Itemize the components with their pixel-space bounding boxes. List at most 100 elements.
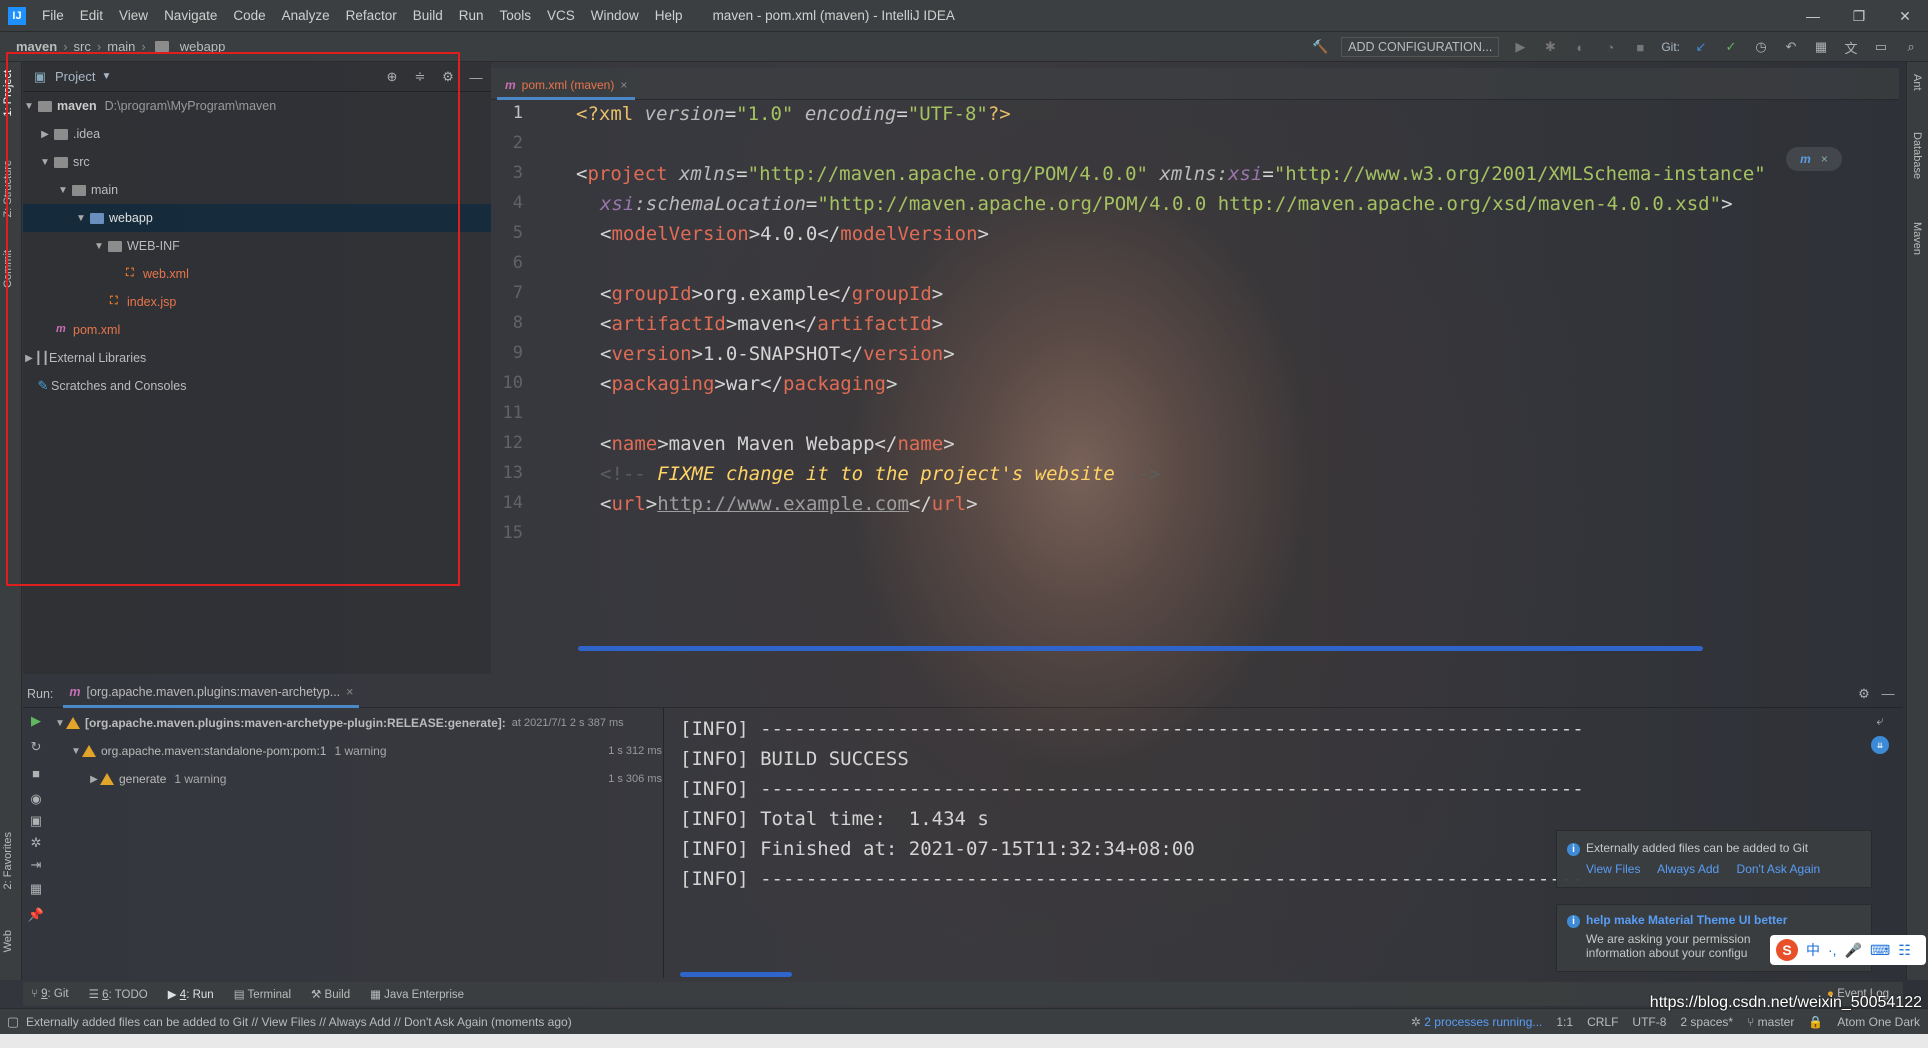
run-tree-row[interactable]: ▼ [org.apache.maven.plugins:maven-archet… xyxy=(54,710,624,736)
profile-icon[interactable]: ◔ xyxy=(1601,38,1619,56)
rerun-failed-icon[interactable]: ↻ xyxy=(27,738,45,756)
tree-item-maven[interactable]: ▼ maven D:\program\MyProgram\maven xyxy=(23,92,276,120)
debug-icon[interactable]: ✱ xyxy=(1541,38,1559,56)
locate-icon[interactable]: ⊕ xyxy=(383,68,401,86)
eye-icon[interactable]: ◉ xyxy=(27,790,45,808)
project-view-selector[interactable]: Project xyxy=(55,69,95,84)
tree-item-web-xml[interactable]: ⛶ web.xml xyxy=(123,260,189,288)
tree-item-web-inf[interactable]: ▼ WEB-INF xyxy=(93,232,180,260)
menu-window[interactable]: Window xyxy=(583,8,647,23)
stop-icon[interactable]: ■ xyxy=(1631,38,1649,56)
line-separator[interactable]: CRLF xyxy=(1587,1015,1618,1029)
tab-database[interactable]: Database xyxy=(1911,132,1923,179)
chevron-down-icon[interactable]: ▼ xyxy=(93,241,105,252)
tool-run[interactable]: ▶ 4: Run xyxy=(168,987,214,1001)
theme-name[interactable]: Atom One Dark xyxy=(1837,1015,1920,1029)
indent-setting[interactable]: 2 spaces* xyxy=(1680,1015,1733,1029)
grid-icon[interactable]: ☷ xyxy=(1898,942,1911,959)
history-icon[interactable]: ◷ xyxy=(1752,38,1770,56)
add-configuration-button[interactable]: ADD CONFIGURATION... xyxy=(1341,37,1500,57)
collapse-all-icon[interactable]: ≑ xyxy=(411,68,429,86)
close-icon[interactable]: × xyxy=(620,78,627,92)
soft-wrap-icon[interactable]: ⤶ xyxy=(1871,712,1889,730)
chevron-down-icon[interactable]: ▼ xyxy=(75,213,87,224)
menu-vcs[interactable]: VCS xyxy=(539,8,583,23)
run-icon[interactable]: ▶ xyxy=(1511,38,1529,56)
export-icon[interactable]: ⇥ xyxy=(27,856,45,874)
tab-commit[interactable]: Commit xyxy=(2,250,14,288)
close-icon[interactable]: × xyxy=(1821,152,1828,166)
menu-view[interactable]: View xyxy=(111,8,156,23)
tab-web[interactable]: Web xyxy=(2,930,14,952)
tab-ant[interactable]: Ant xyxy=(1911,74,1923,91)
microphone-icon[interactable]: 🎤 xyxy=(1845,942,1862,959)
close-icon[interactable]: ✕ xyxy=(1882,0,1928,32)
menu-run[interactable]: Run xyxy=(451,8,492,23)
breadcrumb-maven[interactable]: maven xyxy=(16,39,57,54)
gear-icon[interactable]: ⚙ xyxy=(1855,685,1873,703)
close-icon[interactable]: × xyxy=(346,685,353,699)
tab-maven[interactable]: Maven xyxy=(1911,222,1923,255)
editor-horizontal-scrollbar[interactable] xyxy=(578,646,1703,651)
pin-icon[interactable]: 📌 xyxy=(27,906,45,924)
chevron-right-icon[interactable]: ▶ xyxy=(88,774,100,785)
tree-item-scratches[interactable]: ✎ Scratches and Consoles xyxy=(35,372,187,400)
maven-reload-badge[interactable]: m × xyxy=(1786,147,1842,171)
menu-analyze[interactable]: Analyze xyxy=(274,8,338,23)
tool-terminal[interactable]: ▤ Terminal xyxy=(234,987,291,1001)
build-hammer-icon[interactable]: 🔨 xyxy=(1311,38,1329,56)
gear-icon[interactable]: ⚙ xyxy=(439,68,457,86)
chevron-down-icon[interactable]: ▼ xyxy=(23,101,35,112)
git-commit-icon[interactable]: ✓ xyxy=(1722,38,1740,56)
menu-code[interactable]: Code xyxy=(225,8,273,23)
menu-tools[interactable]: Tools xyxy=(492,8,540,23)
tree-item-external-libraries[interactable]: ▶ ┃┃ External Libraries xyxy=(23,344,146,372)
tree-item-main[interactable]: ▼ main xyxy=(57,176,118,204)
coverage-icon[interactable]: ◐ xyxy=(1571,38,1589,56)
tree-item-index-jsp[interactable]: ⛶ index.jsp xyxy=(107,288,176,316)
menu-build[interactable]: Build xyxy=(405,8,451,23)
menu-help[interactable]: Help xyxy=(647,8,691,23)
settings-icon[interactable]: ✲ xyxy=(27,834,45,852)
search-icon[interactable]: ⌕ xyxy=(1902,38,1920,56)
processes-running[interactable]: ✲ 2 processes running... xyxy=(1411,1015,1542,1029)
tree-item-pom-xml[interactable]: m pom.xml xyxy=(53,316,120,344)
tab-pom-xml[interactable]: m pom.xml (maven) × xyxy=(497,72,636,100)
always-add-link[interactable]: Always Add xyxy=(1657,862,1719,876)
tree-item-src[interactable]: ▼ src xyxy=(39,148,90,176)
scroll-to-end-icon[interactable]: ⇊ xyxy=(1871,736,1889,754)
lock-icon[interactable]: 🔒 xyxy=(1808,1015,1823,1029)
chevron-down-icon[interactable]: ▼ xyxy=(101,71,111,82)
tool-todo[interactable]: ☰ 6: TODO xyxy=(89,987,148,1001)
console-horizontal-scrollbar[interactable] xyxy=(680,972,792,977)
minimize-icon[interactable]: — xyxy=(1790,0,1836,32)
notification-title[interactable]: help make Material Theme UI better xyxy=(1586,913,1787,927)
ime-punctuation[interactable]: ·, xyxy=(1828,942,1837,958)
tab-structure[interactable]: Z: Structure xyxy=(2,160,14,217)
restore-icon[interactable]: ❐ xyxy=(1836,0,1882,32)
rollback-icon[interactable]: ↶ xyxy=(1782,38,1800,56)
git-update-icon[interactable]: ↙ xyxy=(1692,38,1710,56)
code-editor[interactable]: <?xml version="1.0" encoding="UTF-8"?> <… xyxy=(570,100,1900,655)
tab-favorites[interactable]: 2: Favorites xyxy=(2,832,14,889)
breadcrumb-main[interactable]: main xyxy=(107,39,135,54)
run-tab[interactable]: m [org.apache.maven.plugins:maven-archet… xyxy=(63,680,360,708)
chevron-right-icon[interactable]: ▶ xyxy=(39,129,51,140)
git-branch[interactable]: ⑂ master xyxy=(1747,1015,1794,1029)
file-encoding[interactable]: UTF-8 xyxy=(1632,1015,1666,1029)
status-message[interactable]: Externally added files can be added to G… xyxy=(26,1015,572,1029)
dont-ask-again-link[interactable]: Don't Ask Again xyxy=(1737,862,1821,876)
layout-icon[interactable]: ▦ xyxy=(27,880,45,898)
run-tree-row[interactable]: ▼ org.apache.maven:standalone-pom:pom:1 … xyxy=(70,738,662,764)
breadcrumb-webapp[interactable]: webapp xyxy=(180,39,226,54)
tree-item-webapp[interactable]: ▼ webapp xyxy=(23,204,491,232)
caret-position[interactable]: 1:1 xyxy=(1556,1015,1573,1029)
menu-refactor[interactable]: Refactor xyxy=(338,8,405,23)
chevron-down-icon[interactable]: ▼ xyxy=(39,157,51,168)
camera-icon[interactable]: ▣ xyxy=(27,812,45,830)
translate-icon[interactable]: 文 xyxy=(1842,38,1860,56)
view-files-link[interactable]: View Files xyxy=(1586,862,1640,876)
breadcrumb-src[interactable]: src xyxy=(74,39,91,54)
chevron-down-icon[interactable]: ▼ xyxy=(70,746,82,757)
maven-reload-icon[interactable]: m xyxy=(1800,152,1811,166)
